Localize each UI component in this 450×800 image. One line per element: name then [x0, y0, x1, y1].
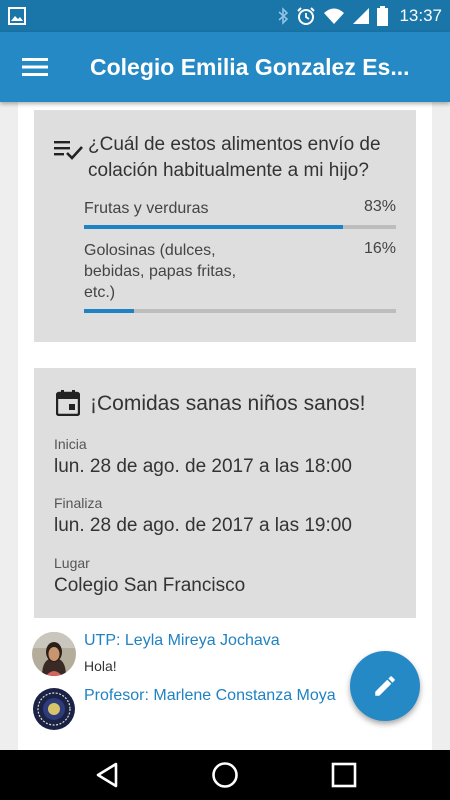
poll-option-bar[interactable]: [84, 225, 396, 229]
signal-icon: [353, 8, 370, 24]
comment-author[interactable]: UTP: Leyla Mireya Jochava: [84, 632, 280, 650]
calendar-icon: [56, 390, 80, 416]
back-icon[interactable]: [92, 760, 122, 790]
feed[interactable]: ¿Cuál de estos alimentos envío de colaci…: [18, 102, 432, 750]
alarm-icon: [297, 7, 316, 25]
image-notification-icon: [8, 7, 26, 25]
menu-icon[interactable]: [18, 52, 52, 82]
poll-option-bar-fill: [84, 225, 343, 229]
recents-icon[interactable]: [329, 760, 359, 790]
poll-card[interactable]: ¿Cuál de estos alimentos envío de colaci…: [34, 110, 416, 342]
poll-list-icon: [54, 141, 83, 160]
status-time: 13:37: [399, 6, 442, 25]
event-place-value: Colegio San Francisco: [54, 575, 246, 596]
app-bar: Colegio Emilia Gonzalez Es...: [0, 32, 450, 102]
poll-option-label: Golosinas (dulces, bebidas, papas fritas…: [84, 242, 237, 301]
event-end-value: lun. 28 de ago. de 2017 a las 19:00: [54, 515, 352, 536]
comment-author[interactable]: Profesor: Marlene Constanza Moya: [84, 687, 336, 705]
event-start-value: lun. 28 de ago. de 2017 a las 18:00: [54, 456, 352, 477]
event-place-label: Lugar: [54, 555, 90, 571]
poll-question: ¿Cuál de estos alimentos envío de colaci…: [88, 134, 381, 181]
system-nav-bar: [0, 750, 450, 800]
edit-pencil-icon: [375, 676, 395, 696]
avatar: [32, 687, 76, 731]
edit-fab-button[interactable]: [350, 651, 420, 721]
event-card[interactable]: ¡Comidas sanas niños sanos! Inicia lun. …: [34, 368, 416, 618]
wifi-icon: [324, 8, 345, 24]
poll-option-bar[interactable]: [84, 309, 396, 313]
app-title: Colegio Emilia Gonzalez Es...: [90, 54, 410, 80]
poll-option-label: Frutas y verduras: [84, 200, 209, 217]
home-icon[interactable]: [210, 760, 240, 790]
bluetooth-icon: [278, 7, 289, 25]
event-start-label: Inicia: [54, 436, 87, 452]
comment-text: Hola!: [84, 658, 117, 674]
poll-option-bar-fill: [84, 309, 134, 313]
poll-option-percent: 16%: [363, 240, 396, 257]
poll-option-percent: 83%: [363, 198, 396, 215]
avatar: [32, 632, 76, 676]
event-title: ¡Comidas sanas niños sanos!: [90, 392, 366, 415]
event-end-label: Finaliza: [54, 495, 103, 511]
battery-icon: [377, 6, 389, 26]
status-bar: 13:37: [0, 0, 450, 32]
